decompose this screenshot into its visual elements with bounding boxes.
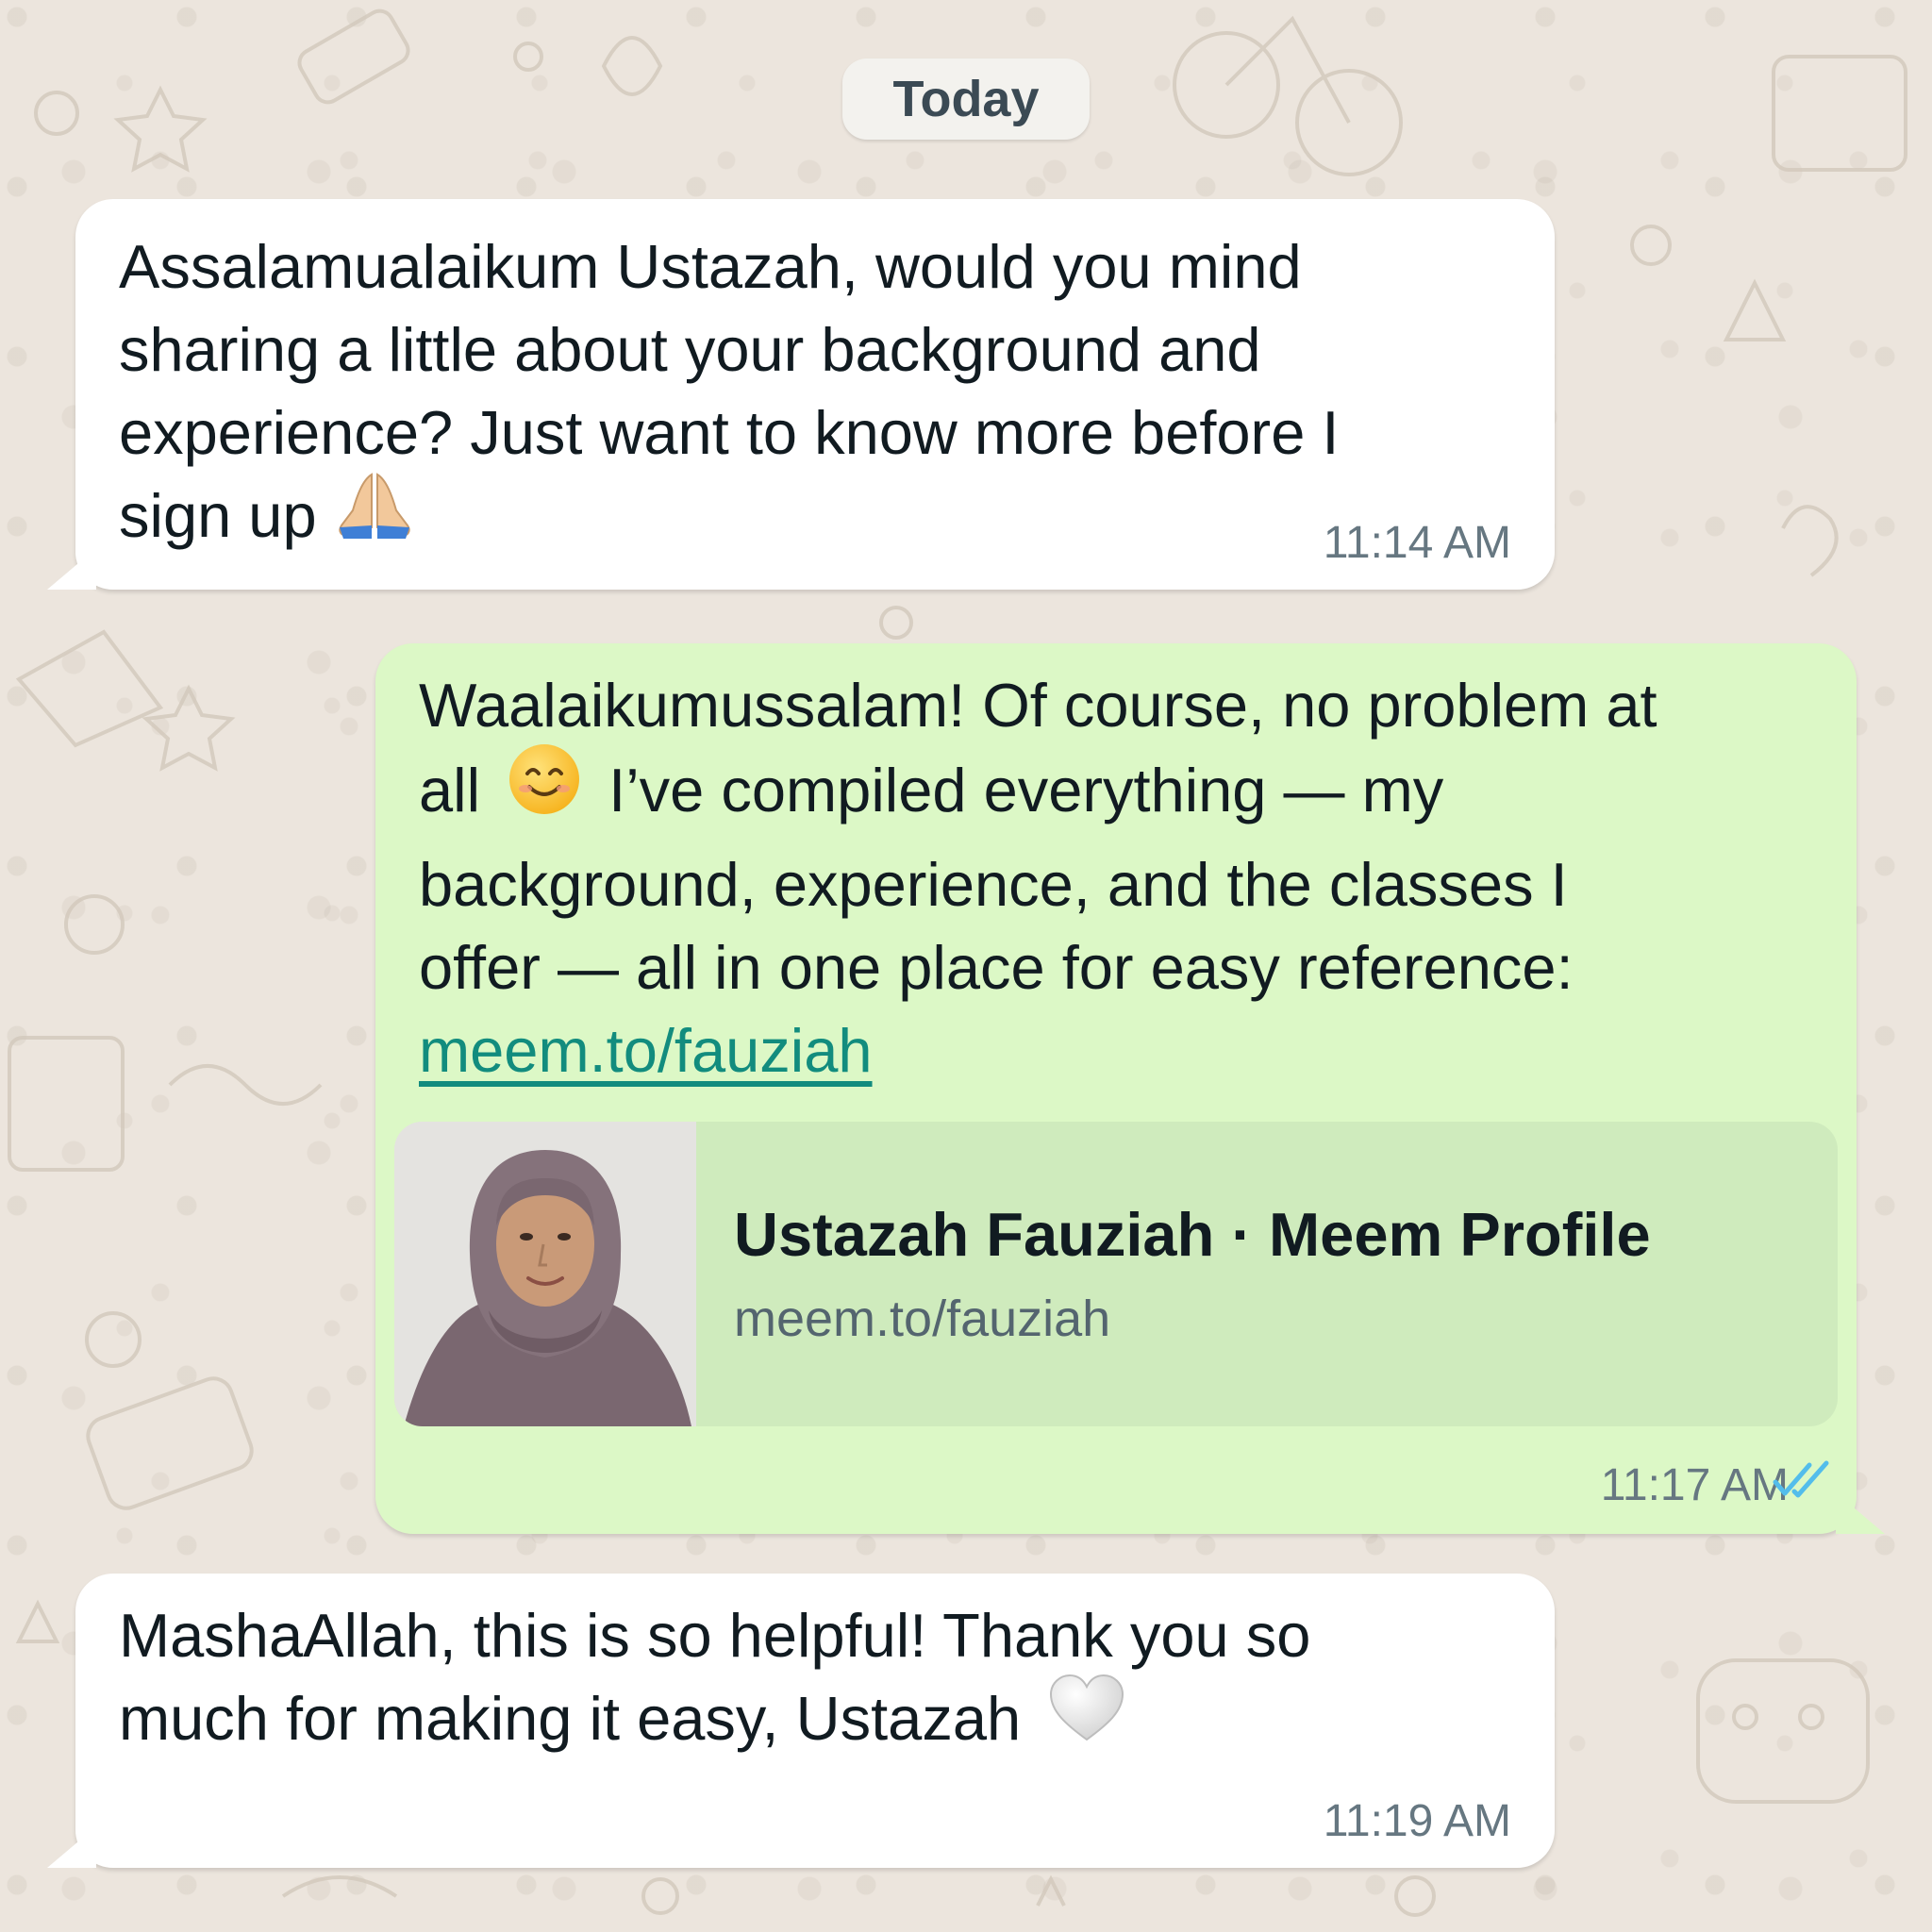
message-line: MashaAllah, this is so helpful! Thank yo… <box>119 1601 1311 1670</box>
message-text: Assalamualaikum Ustazah, would you mind … <box>119 225 1339 567</box>
bubble-tail <box>47 1826 96 1868</box>
preview-title: Ustazah Fauziah · Meem Profile <box>734 1200 1651 1269</box>
outgoing-message-bubble[interactable]: Waalaikumussalam! Of course, no problem … <box>375 643 1885 1534</box>
message-line-text: sign up <box>119 481 317 551</box>
profile-photo <box>394 1122 696 1426</box>
bubble-tail <box>47 548 96 590</box>
bubble-tail <box>1836 1492 1885 1534</box>
link-preview-card[interactable]: Ustazah Fauziah · Meem Profile meem.to/f… <box>394 1122 1838 1426</box>
message-timestamp: 11:19 AM <box>1323 1796 1511 1846</box>
incoming-message-bubble[interactable]: MashaAllah, this is so helpful! Thank yo… <box>47 1574 1555 1868</box>
message-timestamp: 11:17 AM <box>1600 1460 1789 1510</box>
message-line: sharing a little about your background a… <box>119 315 1261 384</box>
profile-link[interactable]: meem.to/fauziah <box>419 1016 873 1085</box>
message-line-text: I’ve compiled everything — my <box>608 756 1444 825</box>
incoming-message-bubble[interactable]: Assalamualaikum Ustazah, would you mind … <box>47 199 1555 590</box>
double-check-read-icon <box>1772 1459 1834 1506</box>
message-text: MashaAllah, this is so helpful! Thank yo… <box>119 1594 1310 1770</box>
message-line: sign up <box>119 473 1339 567</box>
message-line: all I’ve compiled everything — my <box>419 744 1834 843</box>
message-line: Assalamualaikum Ustazah, would you mind <box>119 232 1302 301</box>
message-line: background, experience, and the classes … <box>419 850 1568 919</box>
message-line: offer — all in one place for easy refere… <box>419 933 1574 1002</box>
message-line-text: all <box>419 756 481 825</box>
praying-hands-icon <box>334 469 415 561</box>
message-line-text: much for making it easy, Ustazah <box>119 1684 1022 1754</box>
message-line: Waalaikumussalam! Of course, no problem … <box>419 671 1657 740</box>
message-line: much for making it easy, Ustazah <box>119 1674 1310 1770</box>
date-separator: Today <box>842 58 1090 140</box>
preview-url: meem.to/fauziah <box>734 1291 1111 1347</box>
smiling-face-icon <box>507 741 582 838</box>
message-line: meem.to/fauziah <box>419 1009 1834 1092</box>
message-timestamp: 11:14 AM <box>1323 518 1511 568</box>
message-text: Waalaikumussalam! Of course, no problem … <box>419 664 1834 1092</box>
white-heart-icon <box>1047 1672 1126 1764</box>
message-line: experience? Just want to know more befor… <box>119 398 1340 467</box>
